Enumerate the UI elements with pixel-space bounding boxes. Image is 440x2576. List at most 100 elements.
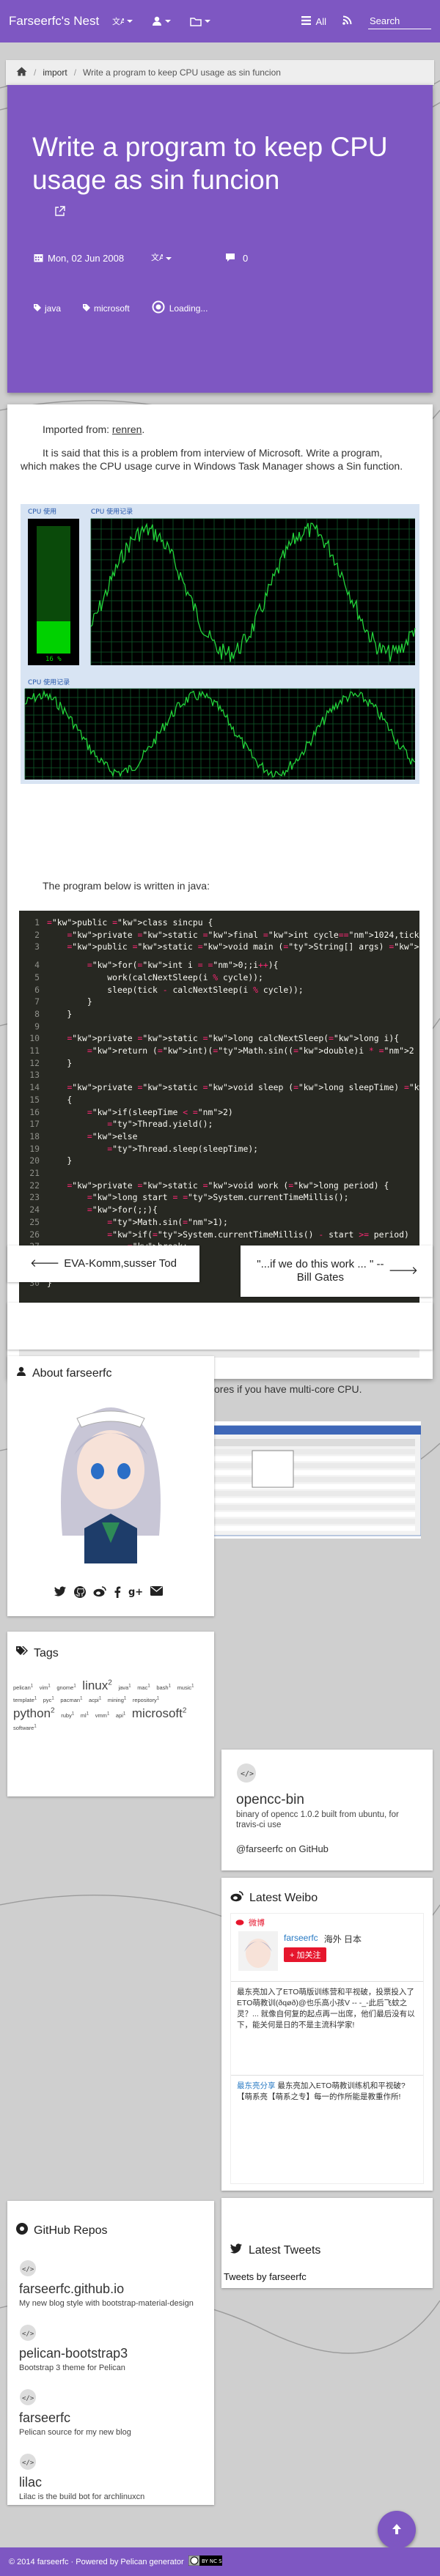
footer: © 2014 farseerfc · Powered by Pelican ge…: [0, 2547, 440, 2576]
tag-link[interactable]: vim1: [40, 1684, 51, 1691]
opencc-desc: binary of opencc 1.0.2 built from ubuntu…: [236, 1810, 399, 1829]
user-dropdown[interactable]: [152, 16, 172, 26]
tag-microsoft[interactable]: microsoft: [83, 303, 130, 314]
weibo-user[interactable]: farseerfc 海外 日本: [284, 1933, 362, 1945]
about-title-text: About farseerfc: [32, 1366, 112, 1380]
loading-indicator: Loading...: [152, 300, 208, 316]
tag-link[interactable]: api1: [116, 1712, 125, 1720]
brand-link[interactable]: Farseerfc's Nest: [9, 14, 99, 29]
code-line-number: 14: [29, 1082, 40, 1093]
twitter-icon[interactable]: [54, 1586, 67, 1600]
post-language-dropdown[interactable]: 文A: [151, 252, 225, 264]
weibo-tab[interactable]: 微博: [231, 1914, 423, 1931]
all-label: All: [315, 15, 326, 27]
repo-name[interactable]: lilac: [19, 2475, 42, 2490]
folder-icon: [190, 17, 202, 26]
weibo-icon: [230, 1891, 243, 1906]
tag-link[interactable]: mac1: [137, 1684, 150, 1691]
svg-text:文A: 文A: [151, 252, 163, 262]
svg-text:</>: </>: [22, 2266, 34, 2273]
caret-down-icon: [127, 20, 133, 23]
loading-text: Loading...: [169, 303, 208, 314]
next-post-button[interactable]: "...if we do this work ... " -- Bill Gat…: [241, 1246, 433, 1297]
repo-name[interactable]: farseerfc.github.io: [19, 2281, 124, 2297]
tag-link[interactable]: software1: [13, 1725, 37, 1732]
language-dropdown[interactable]: 文A: [112, 16, 133, 26]
tag-link[interactable]: acpi1: [89, 1696, 101, 1703]
repos-title-text: GitHub Repos: [34, 2224, 108, 2237]
github-icon: [16, 2223, 28, 2238]
code-line: work(calcNextSleep(i % cycle));: [47, 971, 263, 982]
svg-text:</>: </>: [241, 1770, 254, 1778]
tag-link[interactable]: ruby1: [61, 1712, 74, 1720]
repo-name[interactable]: farseerfc: [19, 2410, 70, 2426]
follow-button[interactable]: + 加关注: [284, 1947, 327, 1962]
code-line: ="kw">long start = ="ty">System.currentT…: [87, 1192, 349, 1203]
code-icon: </>: [236, 1763, 257, 1785]
tag-link[interactable]: pacman1: [60, 1696, 82, 1703]
tag-link[interactable]: linux2: [82, 1679, 112, 1692]
rss-icon[interactable]: [342, 15, 352, 27]
comments-link[interactable]: 0: [225, 253, 248, 264]
repo-name[interactable]: pelican-bootstrap3: [19, 2346, 128, 2361]
cc-by-nc-sa-icon[interactable]: BY NC SA: [188, 2555, 225, 2568]
email-icon[interactable]: [150, 1586, 163, 1600]
code-line: ="kw">private ="kw">static ="kw">void sl…: [67, 1082, 419, 1093]
weibo-widget: 微博 farseerfc 海外 日本 + 加关注 最东亮加入了ETO萌版训练营和…: [230, 1913, 424, 2184]
github-handle[interactable]: @farseerfc on GitHub: [236, 1843, 329, 1854]
tag-link[interactable]: ml1: [81, 1712, 89, 1720]
tag-link[interactable]: java1: [118, 1684, 131, 1691]
repo-desc: Pelican source for my new blog: [19, 2428, 131, 2437]
code-line-number: 23: [29, 1192, 40, 1203]
tweets-card: Latest Tweets Tweets by farseerfc: [221, 2198, 433, 2288]
opencc-card: </> opencc-bin binary of opencc 1.0.2 bu…: [221, 1750, 433, 1870]
weibo-icon[interactable]: [93, 1586, 106, 1600]
tag-cloud: pelican1 vim1 gnome1 linux2 java1 mac1 b…: [13, 1677, 208, 1733]
tags-icon: [16, 1646, 28, 1660]
code-line: ="kw">public ="kw">static ="kw">void mai…: [67, 941, 419, 952]
google-plus-icon[interactable]: g+: [128, 1586, 143, 1600]
tag-link[interactable]: pelican1: [13, 1684, 33, 1691]
code-line-number: 10: [29, 1033, 40, 1044]
code-line-number: 16: [29, 1106, 40, 1117]
all-posts-link[interactable]: All: [301, 15, 326, 27]
comment-icon: [225, 253, 235, 264]
back-to-top-button[interactable]: [378, 2511, 416, 2549]
tag-link[interactable]: template1: [13, 1696, 37, 1703]
code-line-number: 18: [29, 1130, 40, 1141]
twitter-icon: [230, 2243, 243, 2258]
code-line-number: 5: [34, 971, 40, 982]
tag-link[interactable]: python2: [13, 1706, 55, 1720]
tag-link[interactable]: vmm1: [95, 1712, 110, 1720]
tag-link[interactable]: gnome1: [56, 1684, 76, 1691]
tag-link[interactable]: music1: [177, 1684, 194, 1691]
search-input[interactable]: [368, 13, 431, 29]
folder-dropdown[interactable]: [190, 17, 211, 26]
code-line-number: 17: [29, 1119, 40, 1130]
github-icon[interactable]: [74, 1586, 86, 1600]
translate-icon: 文A: [151, 252, 165, 264]
repo-icon: </>: [19, 2388, 37, 2408]
breadcrumb-category[interactable]: import: [43, 67, 67, 78]
tag-java[interactable]: java: [34, 303, 61, 314]
tags-title: Tags: [16, 1646, 59, 1660]
facebook-icon[interactable]: [114, 1586, 121, 1600]
tag-link[interactable]: mining1: [108, 1696, 126, 1703]
opencc-name[interactable]: opencc-bin: [236, 1792, 304, 1808]
code-line: ="ty">Math.sin(="nm">1);: [107, 1216, 228, 1227]
tag-link[interactable]: microsoft2: [132, 1706, 187, 1720]
renren-link[interactable]: renren: [112, 423, 142, 435]
about-title: About farseerfc: [16, 1366, 112, 1380]
code-line: }: [47, 1155, 73, 1166]
weibo-tab-label: 微博: [249, 1919, 265, 1928]
tag-link[interactable]: repository1: [133, 1696, 159, 1703]
home-icon[interactable]: [16, 67, 27, 78]
imported-prefix: Imported from:: [43, 423, 112, 435]
tags-card: Tags pelican1 vim1 gnome1 linux2 java1 m…: [7, 1632, 214, 1796]
prev-post-button[interactable]: 🡐 EVA-Komm,susser Tod: [7, 1246, 199, 1282]
external-link-icon[interactable]: [54, 206, 65, 219]
tweets-by-link[interactable]: Tweets by farseerfc: [224, 2271, 307, 2282]
tag-link[interactable]: bash1: [156, 1684, 171, 1691]
weibo-post-author[interactable]: 最东亮分享: [237, 2081, 276, 2090]
tag-link[interactable]: pyc1: [43, 1696, 54, 1703]
